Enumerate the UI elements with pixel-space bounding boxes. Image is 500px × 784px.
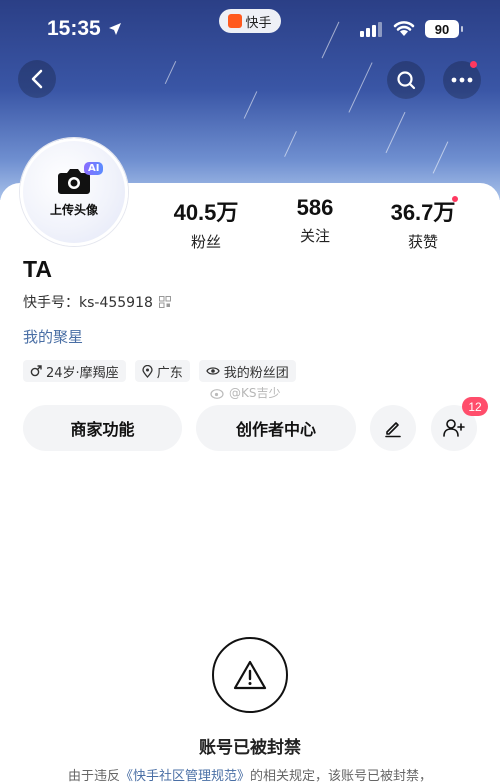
stat-likes[interactable]: 36.7万 获赞 — [368, 195, 478, 252]
back-button[interactable] — [18, 60, 56, 98]
male-icon — [30, 365, 42, 377]
merchant-button[interactable]: 商家功能 — [23, 405, 182, 451]
location-icon — [142, 364, 153, 378]
upload-avatar-button[interactable]: AI 上传头像 — [20, 138, 128, 246]
profile-tags: 24岁·摩羯座 广东 我的粉丝团 — [23, 360, 296, 382]
stat-label: 关注 — [299, 227, 330, 245]
qr-code-icon — [158, 296, 171, 308]
stat-fans[interactable]: 40.5万 粉丝 — [151, 195, 261, 252]
ban-description: 由于违反《快手社区管理规范》的相关规定，该账号已被封禁， — [0, 765, 500, 784]
weibo-icon — [210, 388, 224, 399]
my-stars-link[interactable]: 我的聚星 — [23, 326, 83, 347]
search-icon — [397, 71, 416, 90]
status-bar: 15:35 快手 90 — [0, 0, 500, 60]
stat-label: 获赞 — [407, 233, 438, 251]
user-id: 快手号：ks-455918 — [23, 295, 153, 311]
edit-profile-button[interactable] — [370, 405, 416, 451]
status-time: 15:35 — [47, 17, 101, 40]
stat-label: 粉丝 — [190, 233, 221, 251]
battery-level: 90 — [434, 21, 450, 37]
kuaishou-logo-icon — [228, 14, 243, 28]
active-app-pill[interactable]: 快手 — [219, 9, 281, 33]
avatar-label: 上传头像 — [49, 202, 98, 217]
ban-desc-suffix: 的相关规定，该账号已被封禁， — [250, 769, 433, 784]
chevron-left-icon — [31, 69, 43, 89]
stat-following[interactable]: 586 关注 — [260, 195, 370, 246]
active-app-name: 快手 — [245, 15, 272, 31]
watermark: @KS吉少 — [210, 384, 281, 401]
ai-badge: AI — [84, 162, 104, 175]
warning-icon — [233, 660, 267, 690]
cellular-signal-icon — [360, 22, 382, 37]
stat-value: 586 — [296, 195, 334, 220]
tag-fan-group[interactable]: 我的粉丝团 — [198, 360, 296, 382]
stat-value: 36.7万 — [390, 200, 456, 225]
more-dots-icon — [451, 77, 473, 83]
tag-location[interactable]: 广东 — [134, 360, 190, 382]
wifi-icon — [393, 19, 415, 41]
fan-group-icon — [205, 367, 220, 375]
username: TA — [23, 256, 52, 282]
warning-circle — [212, 637, 288, 713]
tag-age[interactable]: 24岁·摩羯座 — [23, 360, 126, 382]
search-button[interactable] — [387, 61, 425, 99]
tag-age-text: 24岁·摩羯座 — [46, 365, 119, 381]
tag-location-text: 广东 — [156, 365, 183, 381]
watermark-text: @KS吉少 — [229, 386, 281, 400]
stat-value: 40.5万 — [173, 200, 239, 225]
more-notification-dot — [470, 61, 477, 68]
friend-request-badge: 12 — [462, 397, 488, 416]
user-id-row[interactable]: 快手号：ks-455918 — [23, 292, 171, 312]
likes-notification-dot — [452, 196, 458, 202]
ban-title: 账号已被封禁 — [199, 738, 301, 758]
pencil-icon — [385, 422, 401, 438]
add-user-icon — [443, 419, 465, 437]
community-rules-link[interactable]: 《快手社区管理规范》 — [120, 769, 250, 784]
tag-fan-group-text: 我的粉丝团 — [223, 365, 289, 381]
creator-center-button[interactable]: 创作者中心 — [196, 405, 356, 451]
ban-desc-prefix: 由于违反 — [67, 769, 120, 784]
battery-icon: 90 — [425, 20, 463, 38]
location-arrow-icon — [108, 21, 122, 40]
